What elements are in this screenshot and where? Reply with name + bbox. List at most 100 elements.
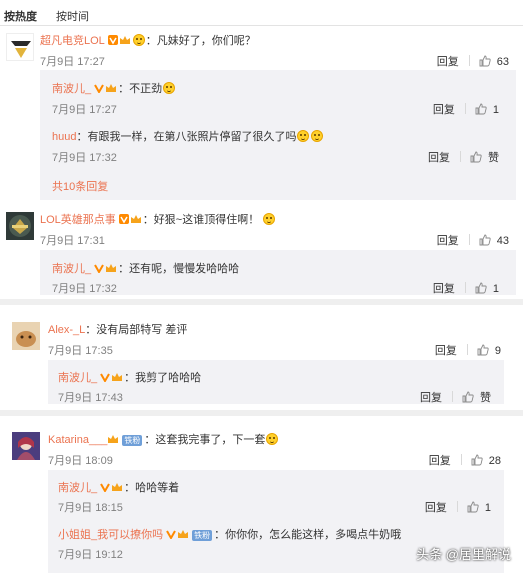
verified-v-icon xyxy=(100,373,110,382)
reply-button[interactable]: 回复 xyxy=(437,56,459,68)
comment-line: 超凡电竞LOL ：凡妹好了，你们呢？ xyxy=(40,34,256,47)
reply-line: 小姐姐_我可以撩你吗 铁粉 ：你你你，怎么能这样，多喝点牛奶哦 xyxy=(58,529,402,541)
thumbs-up-icon[interactable] xyxy=(477,344,489,356)
sort-bar: 按热度 按时间 xyxy=(0,0,523,26)
reply-line: huud：有跟我一样，在第八张照片停留了很久了吗 xyxy=(52,128,324,144)
like-count: 28 xyxy=(488,455,501,467)
reply-button[interactable]: 回复 xyxy=(433,283,455,295)
username[interactable]: huud xyxy=(52,131,76,143)
reply-text: 你你你，怎么能这样，多喝点牛奶哦 xyxy=(225,529,402,541)
reply-text: 我剪了哈哈哈 xyxy=(135,372,202,384)
thumbs-up-icon[interactable] xyxy=(471,454,483,466)
reply-text: 不正劲 xyxy=(129,83,163,95)
reply-button[interactable]: 回复 xyxy=(433,104,455,116)
comment-time: 7月9日 17:27 xyxy=(40,56,105,68)
username[interactable]: 超凡电竞LOL xyxy=(40,35,105,47)
username[interactable]: 南波儿_ xyxy=(52,83,91,95)
crown-icon xyxy=(108,435,119,443)
reply-time: 7月9日 17:32 xyxy=(52,152,117,164)
avatar[interactable] xyxy=(12,432,40,460)
thumbs-up-icon[interactable] xyxy=(462,391,474,403)
reply-button[interactable]: 回复 xyxy=(429,455,451,467)
like-label: 赞 xyxy=(488,152,499,164)
crown-icon xyxy=(112,483,123,491)
crown-icon xyxy=(178,530,189,538)
like-count: 63 xyxy=(496,56,509,68)
reply-button[interactable]: 回复 xyxy=(437,235,459,247)
reply-time: 7月9日 19:12 xyxy=(58,549,123,561)
verified-v-icon xyxy=(118,214,129,224)
verified-v-icon xyxy=(94,264,104,273)
reply-time: 7月9日 17:32 xyxy=(52,283,117,295)
reply-time: 7月9日 18:15 xyxy=(58,502,123,514)
comment-actions: 回复 43 xyxy=(437,232,509,248)
reply-button[interactable]: 回复 xyxy=(420,392,442,404)
more-replies-link[interactable]: 共10条回复 xyxy=(52,178,108,194)
fan-badge: 铁粉 xyxy=(192,530,213,541)
reply-actions: 回复 赞 xyxy=(428,149,499,165)
reply-actions: 回复 赞 xyxy=(420,389,491,405)
like-count: 1 xyxy=(492,104,499,116)
emoji-icon xyxy=(311,130,324,142)
verified-v-icon xyxy=(107,35,118,45)
crown-icon xyxy=(130,215,141,223)
fan-badge: 铁粉 xyxy=(122,435,143,446)
watermark: 头条 @居里解说 xyxy=(416,547,511,562)
comment-line: Katarina___ 铁粉 ：这套我完事了，下一套 xyxy=(48,431,279,447)
username[interactable]: 南波儿_ xyxy=(52,263,91,275)
reply-button[interactable]: 回复 xyxy=(425,502,447,514)
username[interactable]: Katarina___ xyxy=(48,434,107,446)
sort-by-hot-tab[interactable]: 按热度 xyxy=(4,8,37,24)
reply-line: 南波儿_ ：哈哈等着 xyxy=(58,482,180,494)
comment-actions: 回复 63 xyxy=(437,53,509,69)
reply-button[interactable]: 回复 xyxy=(435,345,457,357)
thumbs-up-icon[interactable] xyxy=(475,103,487,115)
reply-line: 南波儿_ ：不正劲 xyxy=(52,80,176,96)
verified-v-icon xyxy=(100,483,110,492)
username[interactable]: 南波儿_ xyxy=(58,482,97,494)
emoji-icon xyxy=(163,82,176,94)
verified-v-icon xyxy=(166,530,176,539)
thumbs-up-icon[interactable] xyxy=(479,55,491,67)
comment-text: 这套我完事了，下一套 xyxy=(155,434,266,446)
username[interactable]: Alex-_L xyxy=(48,324,85,336)
emoji-icon xyxy=(263,213,276,225)
comment-text: 好狠~这谁顶得住啊！ xyxy=(153,214,260,226)
avatar[interactable] xyxy=(12,322,40,350)
thumbs-up-icon[interactable] xyxy=(470,151,482,163)
like-count: 43 xyxy=(496,235,509,247)
username[interactable]: LOL英雄那点事 xyxy=(40,214,116,226)
comment-actions: 回复 28 xyxy=(429,452,501,468)
comment-line: LOL英雄那点事 ：好狠~这谁顶得住啊！ xyxy=(40,211,276,227)
thumbs-up-icon[interactable] xyxy=(479,234,491,246)
like-label: 赞 xyxy=(480,392,491,404)
avatar[interactable] xyxy=(6,212,34,240)
reply-text: 有跟我一样，在第八张照片停留了很久了吗 xyxy=(87,131,297,143)
username[interactable]: 小姐姐_我可以撩你吗 xyxy=(58,529,163,541)
comment-time: 7月9日 17:31 xyxy=(40,235,105,247)
reply-time: 7月9日 17:27 xyxy=(52,104,117,116)
emoji-icon xyxy=(297,130,310,142)
comment-time: 7月9日 18:09 xyxy=(48,455,113,467)
thumbs-up-icon[interactable] xyxy=(475,282,487,294)
reply-actions: 回复 1 xyxy=(433,280,499,296)
reply-line: 南波儿_ ：我剪了哈哈哈 xyxy=(58,372,202,384)
username[interactable]: 南波儿_ xyxy=(58,372,97,384)
comment-time: 7月9日 17:35 xyxy=(48,345,113,357)
crown-icon xyxy=(112,373,123,381)
comment-text: 没有局部特写 差评 xyxy=(96,324,188,336)
avatar[interactable] xyxy=(6,33,34,61)
reply-button[interactable]: 回复 xyxy=(428,152,450,164)
like-count: 9 xyxy=(494,345,501,357)
reply-actions: 回复 1 xyxy=(425,499,491,515)
section-divider xyxy=(0,299,523,305)
like-count: 1 xyxy=(484,502,491,514)
reply-text: 哈哈等着 xyxy=(135,482,180,494)
reply-line: 南波儿_ ：还有呢，慢慢发哈哈哈 xyxy=(52,263,240,275)
crown-icon xyxy=(119,36,130,44)
reply-time: 7月9日 17:43 xyxy=(58,392,123,404)
comment-text: 凡妹好了，你们呢？ xyxy=(156,35,256,47)
thumbs-up-icon[interactable] xyxy=(467,501,479,513)
sort-by-time-tab[interactable]: 按时间 xyxy=(56,8,89,24)
comment-line: Alex-_L：没有局部特写 差评 xyxy=(48,324,188,336)
